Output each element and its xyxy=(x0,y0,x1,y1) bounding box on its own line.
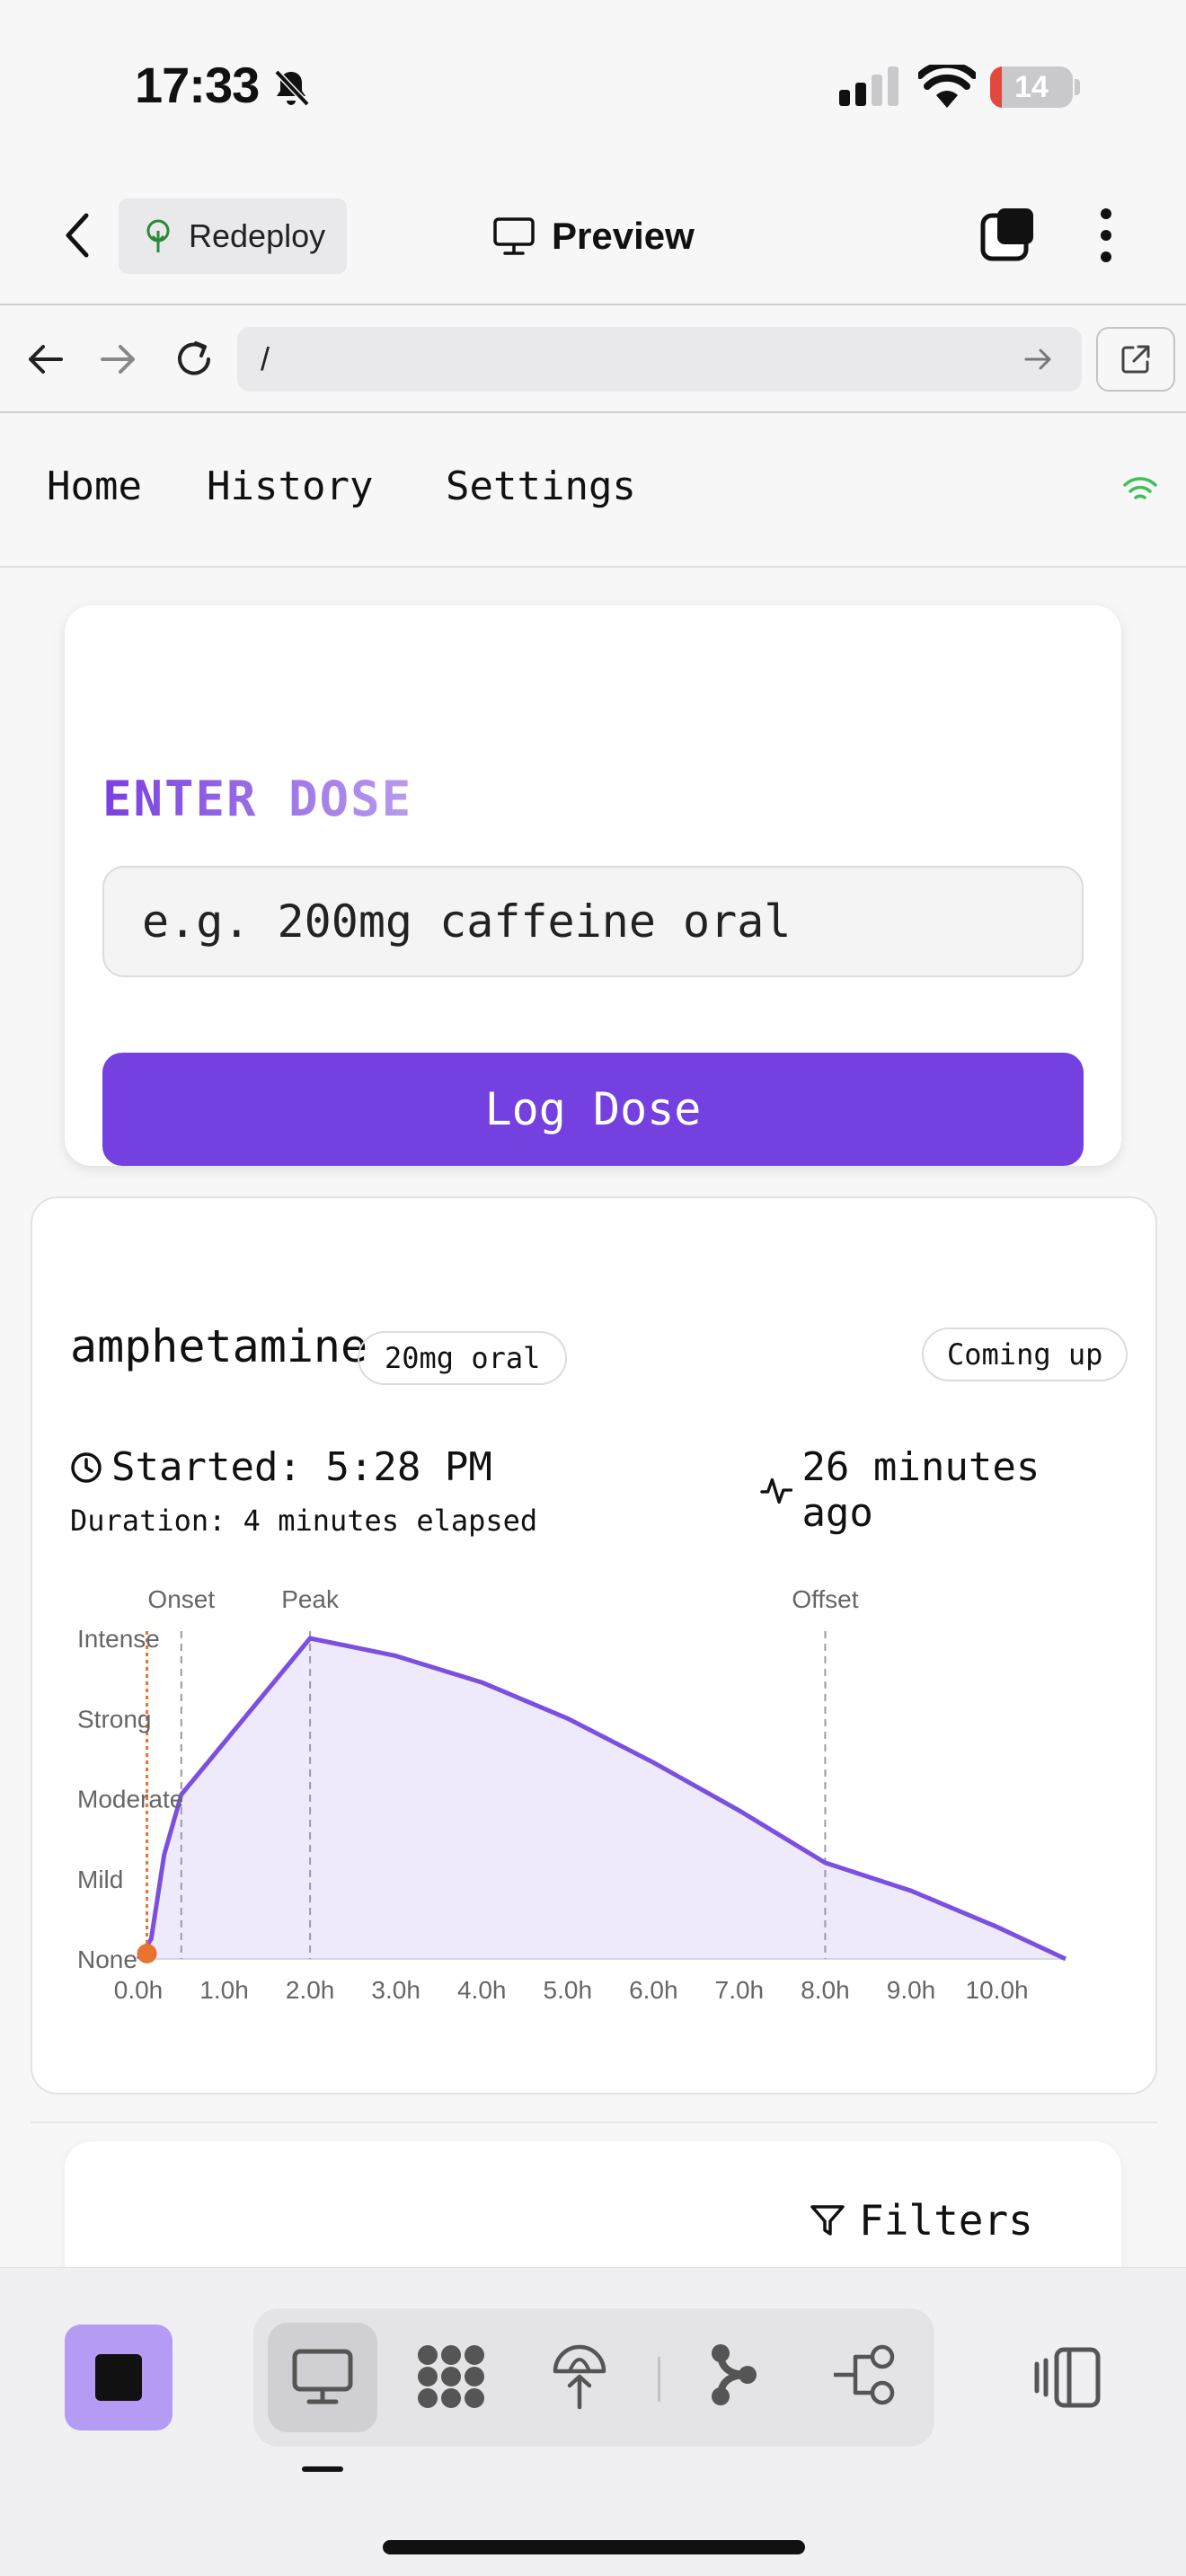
activity-icon xyxy=(760,1478,793,1504)
deploy-icon[interactable] xyxy=(550,2341,609,2411)
stop-icon xyxy=(95,2354,142,2401)
open-external-button[interactable] xyxy=(1096,327,1175,392)
y-tick-label: None xyxy=(77,1945,137,1973)
time-ago-label: 26 minutes ago xyxy=(801,1444,1040,1536)
arrow-left-icon[interactable] xyxy=(25,341,65,377)
dose-input[interactable] xyxy=(102,866,1084,977)
desktop-preview-icon[interactable] xyxy=(291,2348,354,2407)
filters-label: Filters xyxy=(859,2196,1033,2245)
x-tick-label: 2.0h xyxy=(286,1976,335,2004)
go-arrow-icon[interactable] xyxy=(1024,341,1053,377)
monitor-icon xyxy=(493,217,535,255)
dose-entry-card: ENTER DOSE Log Dose xyxy=(65,605,1121,1166)
battery-level: 14 xyxy=(1014,70,1049,104)
redeploy-button[interactable]: Redeploy xyxy=(119,198,347,274)
x-tick-label: 7.0h xyxy=(715,1976,765,2004)
home-indicator[interactable] xyxy=(383,2540,805,2554)
tree-icon xyxy=(146,219,170,252)
active-segment-indicator xyxy=(302,2466,343,2472)
x-tick-label: 9.0h xyxy=(887,1976,936,2004)
sidebar-toggle-icon[interactable] xyxy=(1033,2346,1102,2409)
phase-marker-label: Onset xyxy=(147,1585,215,1613)
x-tick-label: 3.0h xyxy=(371,1976,420,2004)
nav-history[interactable]: History xyxy=(207,463,373,509)
cellular-signal-icon xyxy=(839,66,898,106)
url-field[interactable] xyxy=(237,327,1082,392)
x-tick-label: 1.0h xyxy=(199,1976,248,2004)
nav-home[interactable]: Home xyxy=(47,463,142,509)
battery-nub xyxy=(1075,79,1080,95)
segment-divider xyxy=(658,2357,660,2402)
external-link-icon xyxy=(1121,345,1150,374)
current-time-point xyxy=(137,1944,157,1963)
dose-log-card: amphetamine 20mg oral Coming up Started:… xyxy=(31,1196,1157,2095)
x-tick-label: 10.0h xyxy=(966,1976,1029,2004)
filter-icon xyxy=(810,2205,845,2236)
main-content[interactable]: ENTER DOSE Log Dose amphetamine 20mg ora… xyxy=(0,568,1186,2267)
preview-title[interactable]: Preview xyxy=(492,207,695,266)
wifi-icon xyxy=(918,65,976,108)
branch-icon[interactable] xyxy=(706,2341,760,2409)
x-tick-label: 0.0h xyxy=(114,1976,164,2004)
y-tick-label: Strong xyxy=(77,1705,152,1733)
effect-area xyxy=(138,1638,1066,1959)
nav-settings[interactable]: Settings xyxy=(446,463,636,509)
time-ago: 26 minutes ago xyxy=(760,1444,1121,1536)
x-tick-label: 5.0h xyxy=(544,1976,593,2004)
connection-wifi-icon xyxy=(1123,477,1157,499)
phase-marker-label: Offset xyxy=(792,1585,858,1613)
tabs-icon[interactable] xyxy=(979,205,1037,262)
flow-icon[interactable] xyxy=(830,2341,898,2409)
card-separator xyxy=(31,2122,1157,2123)
reload-icon[interactable] xyxy=(173,338,216,381)
effect-timeline-chart: Onset Peak Offset None Mild Moderate Strong Int… xyxy=(77,1585,1067,2004)
more-vertical-icon[interactable] xyxy=(1093,207,1120,264)
dose-badge: 20mg oral xyxy=(358,1331,568,1385)
started-time: Started: 5:28 PM xyxy=(70,1444,492,1490)
stop-button[interactable] xyxy=(65,2325,173,2430)
filters-button[interactable]: Filters xyxy=(809,2184,1033,2256)
started-label: Started: 5:28 PM xyxy=(111,1444,492,1490)
y-tick-label: Mild xyxy=(77,1866,123,1893)
chevron-left-icon[interactable] xyxy=(56,208,99,262)
clock-icon xyxy=(71,1451,102,1483)
redeploy-label: Redeploy xyxy=(189,217,326,254)
log-dose-button[interactable]: Log Dose xyxy=(102,1053,1084,1166)
battery-icon: 14 xyxy=(990,66,1073,108)
x-tick-label: 6.0h xyxy=(629,1976,678,2004)
arrow-right-icon[interactable] xyxy=(99,341,138,377)
status-time: 17:33 xyxy=(135,57,260,113)
duration-label: Duration: 4 minutes elapsed xyxy=(70,1504,538,1538)
substance-name: amphetamine xyxy=(70,1320,368,1372)
x-tick-label: 8.0h xyxy=(801,1976,850,2004)
preview-label: Preview xyxy=(552,215,695,257)
y-tick-label: Moderate xyxy=(77,1786,183,1813)
grid-dots-icon[interactable] xyxy=(415,2342,487,2411)
phase-marker-label: Peak xyxy=(281,1585,340,1613)
phase-badge: Coming up xyxy=(922,1328,1128,1381)
dose-form-title: ENTER DOSE xyxy=(102,771,413,827)
y-tick-label: Intense xyxy=(77,1625,160,1653)
x-tick-label: 4.0h xyxy=(457,1976,507,2004)
bell-slash-icon xyxy=(274,69,310,107)
